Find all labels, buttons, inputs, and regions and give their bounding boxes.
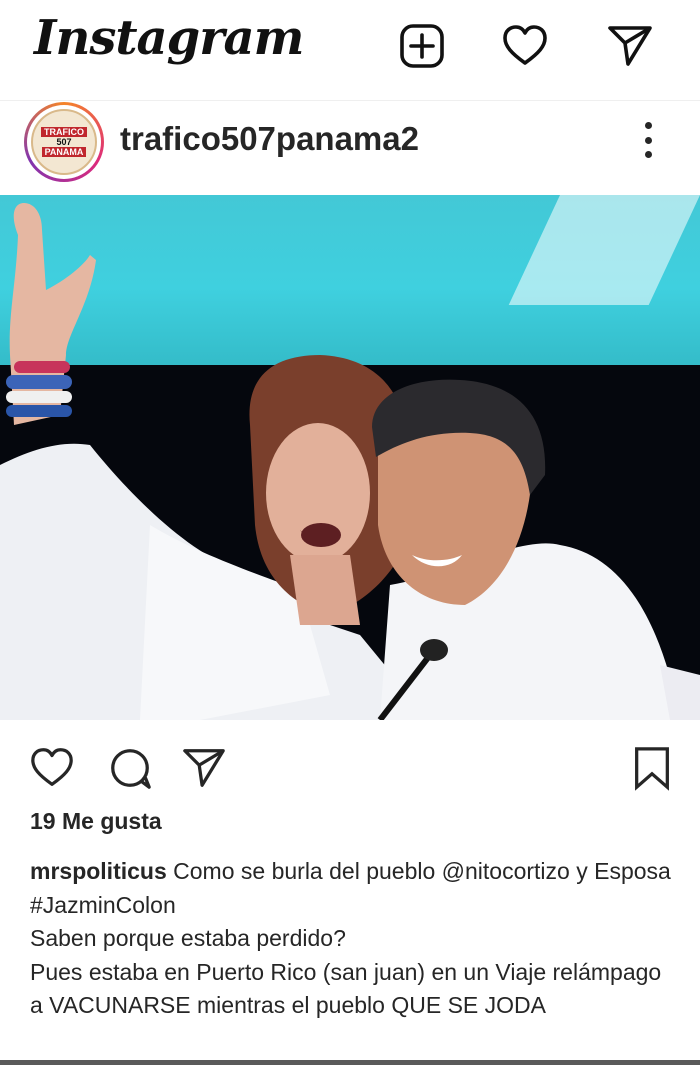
caption-text-2: y Esposa — [569, 858, 671, 884]
heart-icon[interactable] — [499, 20, 551, 72]
avatar-text-2: 507 — [56, 137, 72, 147]
caption-text-1: Como se burla del pueblo — [166, 858, 442, 884]
post-caption: mrspoliticus Como se burla del pueblo @n… — [30, 855, 680, 1023]
caption-text-3: Saben porque estaba perdido? — [30, 925, 346, 951]
caption-username[interactable]: mrspoliticus — [30, 858, 167, 884]
avatar-text-1: TRAFICO — [41, 127, 87, 137]
save-bookmark-icon[interactable] — [626, 742, 678, 794]
bottom-divider — [0, 1060, 700, 1065]
post-photo[interactable] — [0, 195, 700, 720]
caption-hashtag[interactable]: #JazminColon — [30, 892, 176, 918]
more-options-icon[interactable] — [628, 118, 668, 162]
like-count[interactable]: 19 Me gusta — [30, 808, 162, 835]
comment-icon[interactable] — [104, 742, 156, 794]
direct-send-icon[interactable] — [604, 20, 656, 72]
instagram-logo[interactable]: Instagram — [34, 10, 304, 66]
photo-illustration — [0, 203, 700, 720]
post-username[interactable]: trafico507panama2 — [120, 120, 419, 158]
new-post-icon[interactable] — [396, 20, 448, 72]
like-icon[interactable] — [26, 742, 78, 794]
avatar[interactable]: TRAFICO 507 PANAMA — [24, 102, 104, 182]
caption-text-4: Pues estaba en Puerto Rico (san juan) en… — [30, 958, 662, 1019]
top-bar: Instagram — [0, 0, 700, 100]
caption-mention[interactable]: @nitocortizo — [442, 858, 570, 884]
avatar-text-3: PANAMA — [41, 147, 87, 157]
share-icon[interactable] — [178, 742, 230, 794]
avatar-logo: TRAFICO 507 PANAMA — [31, 109, 97, 175]
